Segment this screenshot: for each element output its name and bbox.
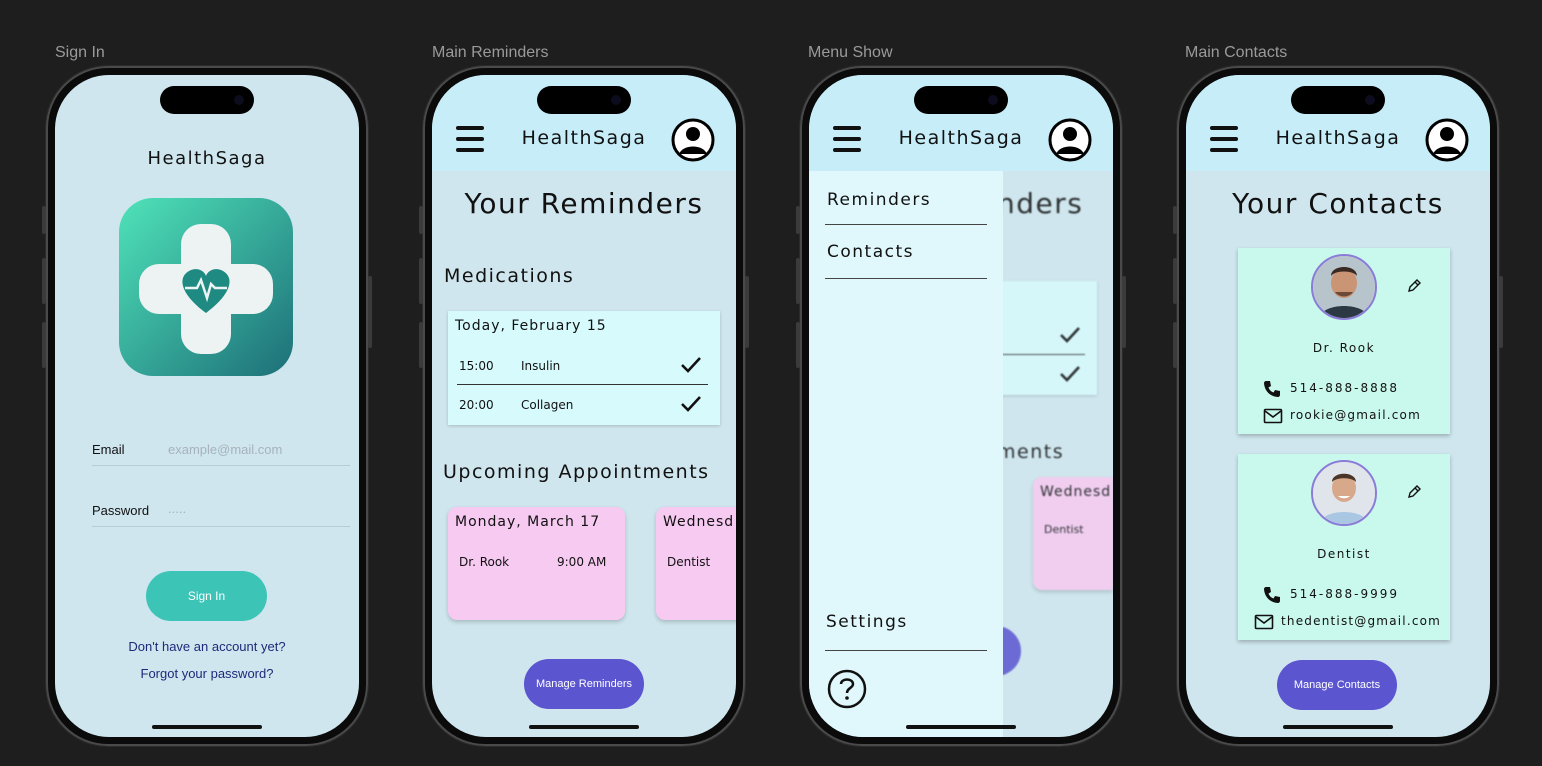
contact-name: Dentist (1317, 547, 1371, 561)
profile-avatar-icon[interactable] (1048, 118, 1092, 162)
menu-divider (825, 278, 987, 279)
app-logo (119, 198, 293, 376)
manage-contacts-button[interactable]: Manage Contacts (1277, 660, 1397, 710)
bg-heading-fragment: nders (997, 187, 1084, 220)
medication-row[interactable]: 15:00 Insulin (448, 347, 720, 383)
menu-item-settings[interactable]: Settings (826, 612, 908, 632)
signin-screen: HealthSaga Email example@mail.com Passwo… (55, 75, 359, 737)
contact-phone[interactable]: 514-888-9999 (1290, 587, 1399, 601)
edit-pencil-icon[interactable] (1406, 278, 1422, 294)
check-icon (1060, 327, 1080, 343)
medications-heading: Medications (444, 265, 575, 287)
page-title: Your Reminders (464, 187, 704, 220)
medication-name: Insulin (521, 359, 561, 373)
mail-icon[interactable] (1254, 614, 1274, 630)
menu-divider (825, 650, 987, 651)
contact-email[interactable]: thedentist@gmail.com (1281, 614, 1441, 628)
profile-avatar-icon[interactable] (1425, 118, 1469, 162)
bg-appointment-card: Wednesd Dentist (1033, 477, 1113, 590)
dynamic-island (914, 86, 1008, 114)
home-indicator (152, 725, 262, 729)
home-indicator (906, 725, 1016, 729)
frame-label-reminders: Main Reminders (432, 44, 549, 61)
reminders-screen: HealthSaga Your Reminders Medications To… (432, 75, 736, 737)
contacts-screen: HealthSaga Your Contacts Dr. Rook 514-88… (1186, 75, 1490, 737)
page-title: Your Contacts (1232, 187, 1444, 220)
appointment-who: Dr. Rook (459, 555, 510, 569)
manage-reminders-button[interactable]: Manage Reminders (524, 659, 644, 709)
check-icon[interactable] (680, 395, 702, 413)
menu-divider (825, 224, 987, 225)
app-title: HealthSaga (147, 148, 267, 169)
contact-photo (1311, 460, 1377, 526)
contact-photo (1311, 254, 1377, 320)
appointments-heading: Upcoming Appointments (443, 461, 710, 483)
appointment-date: Wednesd (663, 514, 735, 530)
medication-time: 20:00 (459, 398, 494, 412)
edit-pencil-icon[interactable] (1406, 484, 1422, 500)
profile-avatar-icon[interactable] (671, 118, 715, 162)
mail-icon[interactable] (1263, 408, 1283, 424)
menu-item-contacts[interactable]: Contacts (827, 242, 914, 262)
phone-icon[interactable] (1262, 585, 1282, 605)
check-icon[interactable] (680, 356, 702, 374)
frame-label-signin: Sign In (55, 44, 105, 61)
dynamic-island (1291, 86, 1385, 114)
contact-card[interactable]: Dentist 514-888-9999 thedentist@gmail.co… (1238, 454, 1450, 640)
email-label: Email (92, 442, 125, 457)
password-field[interactable]: ..... (168, 501, 348, 516)
appointment-card[interactable]: Wednesd Dentist (656, 507, 736, 620)
dynamic-island (160, 86, 254, 114)
phone-reminders: HealthSaga Your Reminders Medications To… (419, 66, 749, 746)
menu-item-reminders[interactable]: Reminders (827, 190, 931, 210)
medication-card: Today, February 15 15:00 Insulin 20:00 C… (448, 311, 720, 425)
bg-section-fragment: ments (997, 441, 1065, 463)
menu-screen: HealthSaga nders ments Wednesd Dentist R… (809, 75, 1113, 737)
bg-appt-who: Dentist (1044, 523, 1084, 536)
email-underline (92, 465, 350, 466)
dynamic-island (537, 86, 631, 114)
check-icon (1060, 366, 1080, 382)
password-label: Password (92, 503, 150, 518)
row-divider (457, 384, 708, 385)
medication-row[interactable]: 20:00 Collagen (448, 387, 720, 423)
contact-name: Dr. Rook (1312, 341, 1376, 355)
phone-signin: HealthSaga Email example@mail.com Passwo… (42, 66, 372, 746)
home-indicator (1283, 725, 1393, 729)
contact-phone[interactable]: 514-888-8888 (1290, 381, 1399, 395)
email-field[interactable]: example@mail.com (168, 442, 348, 457)
password-underline (92, 526, 350, 527)
medication-time: 15:00 (459, 359, 494, 373)
phone-contacts: HealthSaga Your Contacts Dr. Rook 514-88… (1173, 66, 1503, 746)
side-drawer: Reminders Contacts Settings (809, 171, 1003, 737)
frame-label-contacts: Main Contacts (1185, 44, 1288, 61)
frame-label-menu: Menu Show (808, 44, 893, 61)
home-indicator (529, 725, 639, 729)
signin-button[interactable]: Sign In (146, 571, 267, 621)
bg-appt-date: Wednesd (1040, 484, 1112, 500)
forgot-password-link[interactable]: Forgot your password? (55, 666, 359, 681)
phone-icon[interactable] (1262, 379, 1282, 399)
medication-date: Today, February 15 (455, 318, 607, 334)
appointment-time: 9:00 AM (557, 555, 607, 569)
appointment-date: Monday, March 17 (455, 514, 601, 530)
contact-card[interactable]: Dr. Rook 514-888-8888 rookie@gmail.com (1238, 248, 1450, 434)
medication-name: Collagen (521, 398, 574, 412)
contact-email[interactable]: rookie@gmail.com (1290, 408, 1421, 422)
phone-menu: HealthSaga nders ments Wednesd Dentist R… (796, 66, 1126, 746)
signup-link[interactable]: Don't have an account yet? (55, 639, 359, 654)
appointment-who: Dentist (667, 555, 711, 569)
help-icon[interactable] (827, 669, 867, 709)
appointment-card[interactable]: Monday, March 17 Dr. Rook 9:00 AM (448, 507, 625, 620)
